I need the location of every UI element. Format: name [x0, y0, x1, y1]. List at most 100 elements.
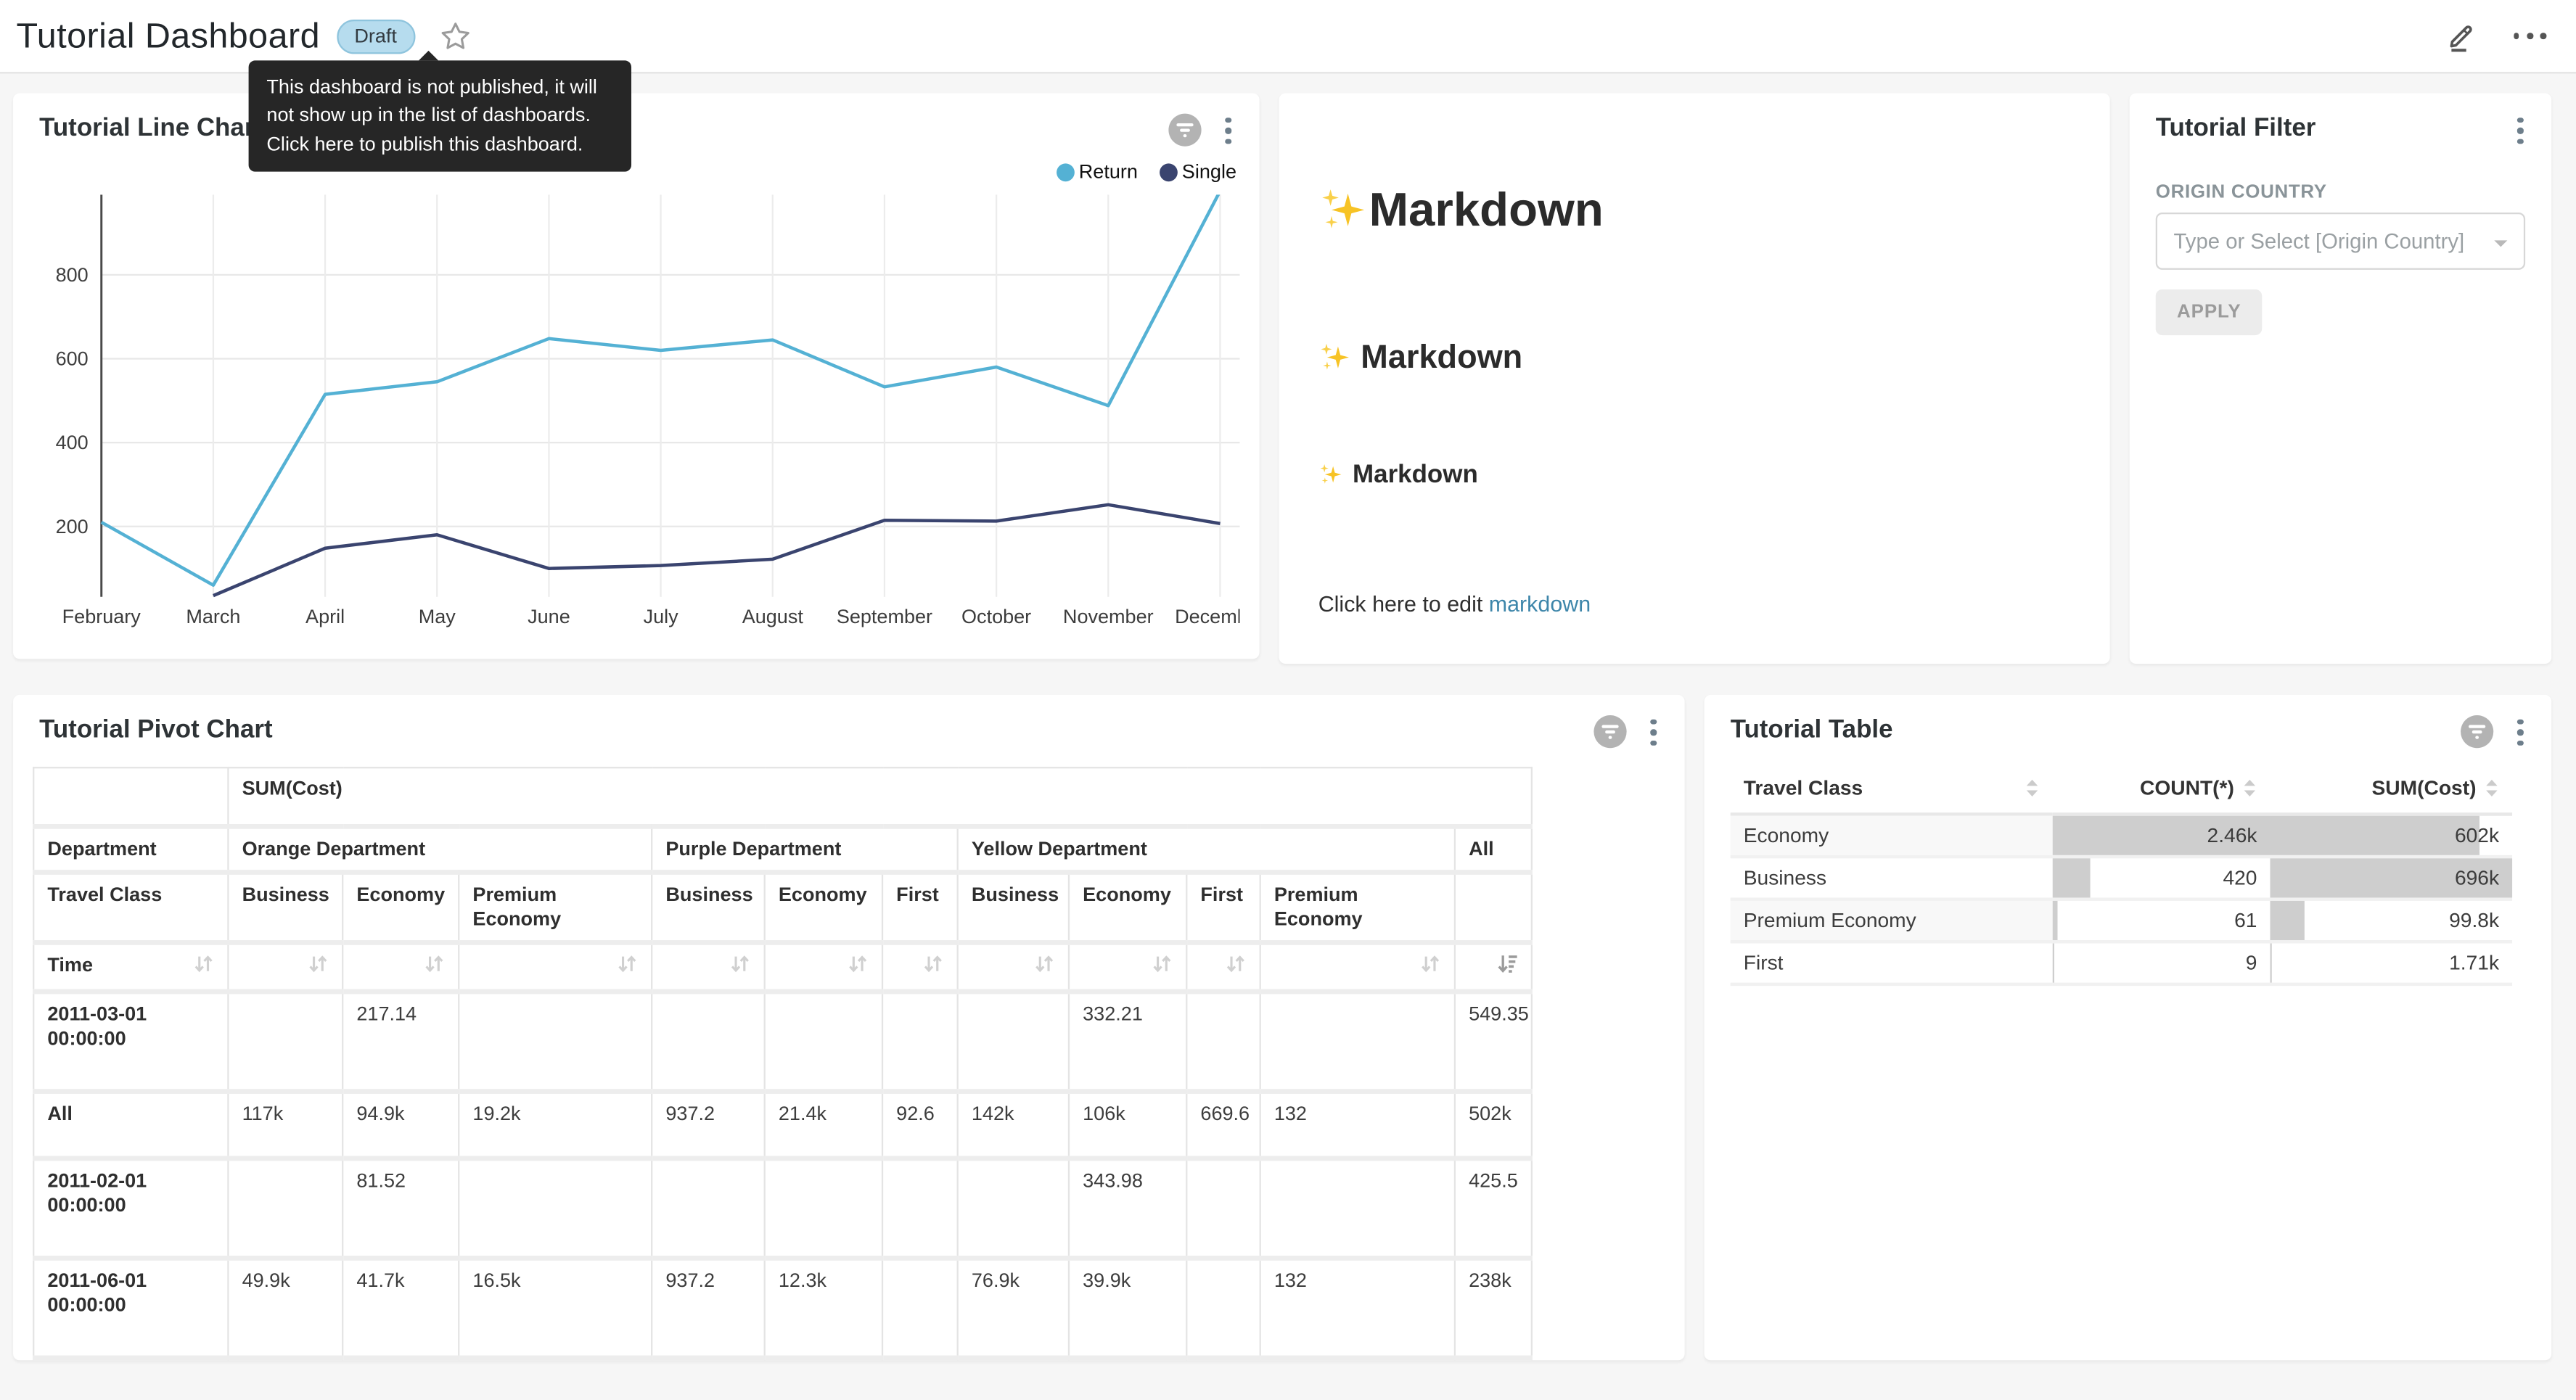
travel-class-cell: Economy	[1731, 814, 2053, 857]
sum-cell: 1.71k	[2271, 942, 2513, 984]
sort-icon[interactable]	[1419, 953, 1440, 974]
value-bar	[2053, 901, 2058, 940]
sort-icon[interactable]	[848, 953, 869, 974]
origin-country-select[interactable]: Type or Select [Origin Country]	[2156, 213, 2525, 270]
sum-cell: 602k	[2271, 814, 2513, 857]
pivot-cell	[958, 1158, 1069, 1258]
table-row[interactable]: Business420696k	[1731, 857, 2512, 899]
pivot-cell: 142k	[958, 1091, 1069, 1158]
pivot-row-label: All	[33, 1091, 228, 1158]
chevron-down-icon	[2494, 241, 2507, 254]
filter-indicator-icon[interactable]	[1593, 715, 1628, 749]
travel-class-cell: Premium Economy	[1731, 899, 2053, 942]
pivot-cell: 49.9k	[228, 1258, 342, 1357]
pivot-cell	[882, 1158, 958, 1258]
x-tick-label: September	[837, 606, 932, 627]
pivot-sort-cell-active[interactable]	[1455, 942, 1532, 992]
pivot-cell: 37.7k	[342, 1358, 459, 1360]
pivot-sort-cell[interactable]	[459, 942, 652, 992]
pivot-cell: 332.21	[1069, 992, 1186, 1091]
pivot-cell: 937.2	[652, 1258, 765, 1357]
sort-icon[interactable]	[1152, 953, 1173, 974]
pivot-class-header: Premium Economy	[1260, 872, 1455, 942]
x-tick-label: May	[419, 606, 456, 627]
sort-icon[interactable]	[1225, 953, 1246, 974]
edit-markdown-link[interactable]: markdown	[1489, 592, 1591, 617]
count-cell: 9	[2053, 942, 2271, 984]
filter-indicator-icon[interactable]	[1168, 114, 1202, 148]
pivot-class-header-empty	[1455, 872, 1532, 942]
pivot-sort-cell[interactable]	[1186, 942, 1260, 992]
sort-icon[interactable]	[729, 953, 750, 974]
column-header-count[interactable]: COUNT(*)	[2053, 764, 2271, 815]
tooltip-text: This dashboard is not published, it will…	[266, 75, 597, 155]
filter-card: Tutorial Filter ORIGIN COUNTRY Type or S…	[2130, 93, 2552, 664]
pivot-cell: 132	[1260, 1258, 1455, 1357]
chart-menu-icon[interactable]	[1221, 111, 1236, 150]
apply-button[interactable]: APPLY	[2156, 289, 2263, 335]
pivot-cell: 92.6	[882, 1358, 958, 1360]
pivot-cell: 12.3k	[765, 1258, 882, 1357]
pivot-sort-cell[interactable]	[1069, 942, 1186, 992]
line-chart-svg: 200400600800FebruaryMarchAprilMayJuneJul…	[33, 194, 1239, 633]
value-bar	[2053, 858, 2090, 897]
x-tick-label: June	[528, 606, 570, 627]
value-bar	[2271, 816, 2480, 855]
pivot-group-header-1: Purple Department	[652, 826, 957, 872]
sort-icon[interactable]	[308, 953, 329, 974]
pivot-metric-header: SUM(Cost)	[228, 767, 1532, 826]
pivot-sort-cell[interactable]	[228, 942, 342, 992]
column-header-sum-cost[interactable]: SUM(Cost)	[2271, 764, 2513, 815]
favorite-star-icon[interactable]	[440, 21, 471, 51]
markdown-heading-2: Markdown	[1318, 339, 2071, 378]
table-card-title: Tutorial Table	[1731, 716, 1893, 746]
pivot-sort-cell[interactable]	[1260, 942, 1455, 992]
pivot-sort-cell[interactable]	[342, 942, 459, 992]
sort-icon[interactable]	[193, 953, 214, 974]
sort-icon[interactable]	[617, 953, 638, 974]
pivot-cell: 669.6	[1186, 1091, 1260, 1158]
pivot-sort-cell[interactable]	[882, 942, 958, 992]
count-cell: 2.46k	[2053, 814, 2271, 857]
page-title: Tutorial Dashboard	[17, 15, 320, 56]
legend-item-single[interactable]: Single	[1159, 160, 1236, 184]
column-header-travel-class[interactable]: Travel Class	[1731, 764, 2053, 815]
pivot-row: 2011-03-01 00:00:00217.14332.21549.35	[33, 992, 1532, 1091]
chart-legend: Return Single	[1056, 160, 1236, 184]
sort-descending-icon[interactable]	[1497, 953, 1518, 974]
sort-icon[interactable]	[922, 953, 943, 974]
pivot-time-header[interactable]: Time	[33, 942, 228, 992]
filter-indicator-icon[interactable]	[2461, 715, 2495, 749]
pivot-cell	[765, 992, 882, 1091]
pivot-cell: 16.5k	[459, 1258, 652, 1357]
data-table: Travel Class COUNT(*) SUM(Cost) Economy2…	[1731, 764, 2512, 987]
pivot-cell: 92.6	[882, 1091, 958, 1158]
count-cell: 420	[2053, 857, 2271, 899]
sort-icon[interactable]	[1034, 953, 1055, 974]
x-tick-label: March	[186, 606, 240, 627]
sort-icon[interactable]	[424, 953, 445, 974]
pivot-cell: 21.4k	[765, 1091, 882, 1158]
pivot-sort-cell[interactable]	[652, 942, 765, 992]
table-row[interactable]: First91.71k	[1731, 942, 2512, 984]
chart-menu-icon[interactable]	[2513, 713, 2529, 752]
edit-dashboard-icon[interactable]	[2446, 20, 2477, 52]
line-chart-plot[interactable]: 200400600800FebruaryMarchAprilMayJuneJul…	[33, 194, 1239, 633]
pivot-sort-cell[interactable]	[765, 942, 882, 992]
sparkles-icon	[1318, 342, 1351, 374]
more-actions-icon[interactable]	[2513, 33, 2546, 39]
sum-cell: 99.8k	[2271, 899, 2513, 942]
filter-menu-icon[interactable]	[2513, 111, 2529, 150]
pivot-group-header-2: Yellow Department	[958, 826, 1455, 872]
legend-item-return[interactable]: Return	[1056, 160, 1138, 184]
pivot-cell: 465.6	[1186, 1358, 1260, 1360]
x-tick-label: November	[1063, 606, 1154, 627]
legend-single-label: Single	[1182, 160, 1236, 184]
pivot-row: All117k94.9k19.2k937.221.4k92.6142k106k6…	[33, 1091, 1532, 1158]
table-row[interactable]: Economy2.46k602k	[1731, 814, 2512, 857]
status-badge[interactable]: Draft	[337, 19, 415, 53]
chart-menu-icon[interactable]	[1646, 713, 1662, 752]
pivot-sort-cell[interactable]	[958, 942, 1069, 992]
table-row[interactable]: Premium Economy6199.8k	[1731, 899, 2512, 942]
pivot-class-header: First	[882, 872, 958, 942]
